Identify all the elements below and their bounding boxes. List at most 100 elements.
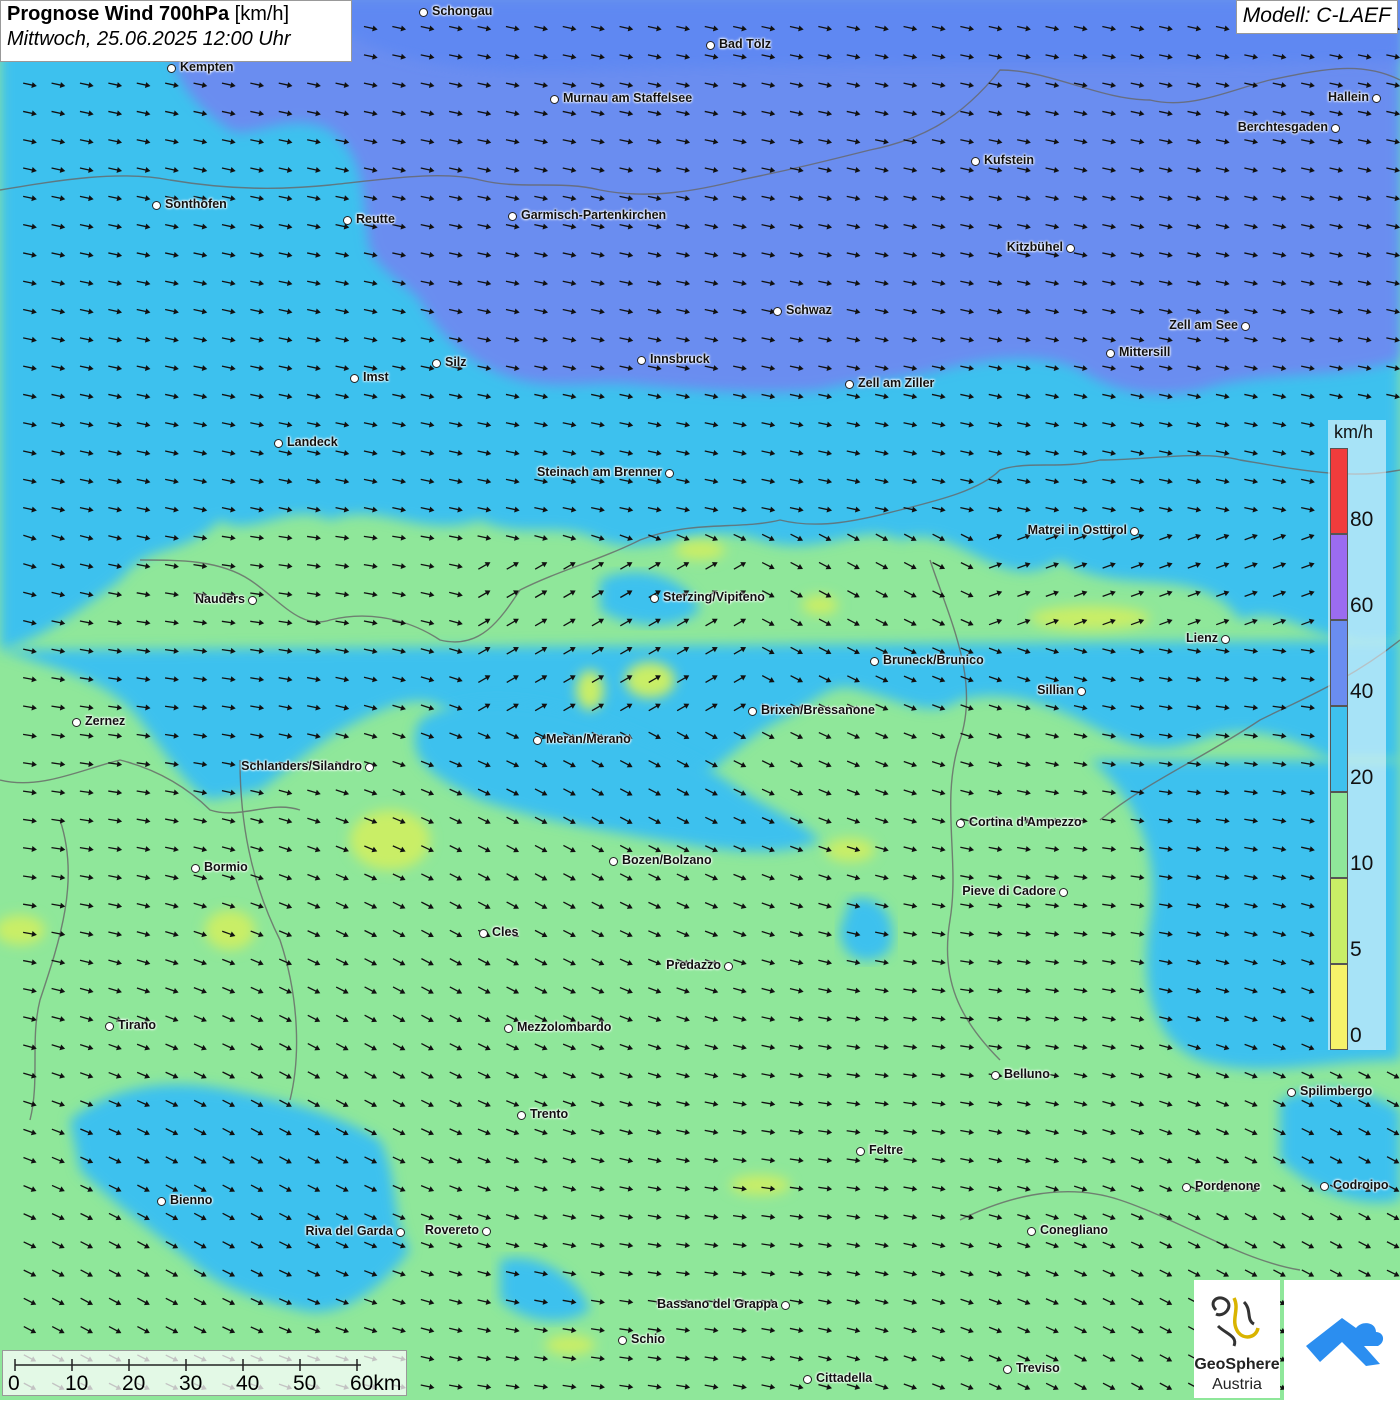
city-label: Steinach am Brenner [536, 465, 662, 479]
city-label: Innsbruck [650, 352, 710, 366]
scale-tick-label: 50 [293, 1372, 317, 1395]
legend-band [1330, 792, 1348, 878]
city-label: Schlanders/Silandro [241, 759, 362, 773]
city-marker [650, 594, 659, 603]
city-label: Schwaz [786, 303, 832, 317]
city-label: Reutte [356, 212, 395, 226]
city-label: Sonthofen [165, 197, 227, 211]
scale-tick-label: 0 [8, 1372, 20, 1395]
city-marker [432, 359, 441, 368]
city-label: Bienno [170, 1193, 213, 1207]
city-marker [167, 64, 176, 73]
model-label: Modell: C-LAEF [1235, 0, 1398, 34]
legend-tick-label: 60 [1350, 594, 1374, 617]
city-marker [1130, 527, 1139, 536]
city-label: Kempten [180, 60, 234, 74]
city-label: Hallein [1328, 90, 1369, 104]
city-marker [191, 864, 200, 873]
city-label: Belluno [1004, 1067, 1050, 1081]
city-label: Bruneck/Brunico [883, 653, 984, 667]
city-marker [157, 1197, 166, 1206]
scale-tick-label: 30 [179, 1372, 203, 1395]
city-marker [956, 819, 965, 828]
city-label: Mittersill [1119, 345, 1171, 359]
city-marker [1221, 635, 1230, 644]
city-marker [637, 356, 646, 365]
city-marker [1003, 1365, 1012, 1374]
forecast-datetime: Mittwoch, 25.06.2025 12:00 Uhr [7, 28, 291, 50]
mountain-cloud-icon [1306, 1318, 1384, 1366]
city-label: Schio [631, 1332, 666, 1346]
city-label: Nauders [194, 592, 245, 606]
city-label: Bad Tölz [719, 37, 772, 51]
city-marker [724, 962, 733, 971]
app-logo [1284, 1280, 1400, 1400]
city-label: Riva del Garda [305, 1224, 393, 1238]
city-marker [1241, 322, 1250, 331]
scale-tick-label: 20 [122, 1372, 146, 1395]
city-marker [618, 1336, 627, 1345]
city-label: Rovereto [424, 1223, 479, 1237]
legend-tick-label: 10 [1350, 852, 1374, 875]
scale-tick-label: 10 [65, 1372, 89, 1395]
city-marker [550, 95, 559, 104]
city-marker [365, 763, 374, 772]
city-marker [706, 41, 715, 50]
city-label: Cortina d'Ampezzo [969, 815, 1082, 829]
city-label: Imst [363, 370, 389, 384]
city-marker [870, 657, 879, 666]
city-label: Schongau [432, 4, 493, 18]
city-label: Cittadella [816, 1371, 873, 1385]
city-label: Kitzbühel [1006, 240, 1063, 254]
city-label: Codroipo [1333, 1178, 1389, 1192]
city-label: Zell am See [1169, 318, 1238, 332]
city-marker [1320, 1182, 1329, 1191]
city-label: Treviso [1016, 1361, 1060, 1375]
city-marker [1372, 94, 1381, 103]
scale-tick-label: 40 [236, 1372, 260, 1395]
city-marker [504, 1024, 513, 1033]
city-label: Bozen/Bolzano [622, 853, 712, 867]
city-marker [72, 718, 81, 727]
geosphere-logo-icon [1211, 1296, 1260, 1347]
legend-band [1330, 878, 1348, 964]
legend-tick-label: 80 [1350, 508, 1374, 531]
city-marker [396, 1228, 405, 1237]
city-marker [803, 1375, 812, 1384]
city-label: Garmisch-Partenkirchen [521, 208, 667, 222]
city-label: Pordenone [1195, 1179, 1261, 1193]
city-marker [105, 1022, 114, 1031]
city-marker [274, 439, 283, 448]
title-main: Prognose Wind 700hPa [7, 3, 230, 25]
city-label: Predazzo [666, 958, 721, 972]
city-label: Mezzolombardo [517, 1020, 612, 1034]
city-label: Cles [492, 925, 519, 939]
city-marker [1059, 888, 1068, 897]
city-label: Bormio [204, 860, 248, 874]
city-label: Trento [530, 1107, 569, 1121]
city-marker [350, 374, 359, 383]
legend-unit: km/h [1334, 422, 1374, 442]
city-label: Sillian [1037, 683, 1074, 697]
city-label: Bassano del Grappa [657, 1297, 778, 1311]
legend-band [1330, 534, 1348, 620]
city-marker [479, 929, 488, 938]
city-marker [1182, 1183, 1191, 1192]
legend-tick-label: 20 [1350, 766, 1374, 789]
city-marker [1106, 349, 1115, 358]
city-label: Matrei in Osttirol [1027, 523, 1127, 537]
city-marker [1066, 244, 1075, 253]
city-marker [508, 212, 517, 221]
logo-line2: Austria [1212, 1376, 1262, 1393]
city-marker [1077, 687, 1086, 696]
city-label: Zernez [85, 714, 126, 728]
scale-bar [2, 1350, 407, 1396]
legend-band [1330, 620, 1348, 706]
city-label: Berchtesgaden [1237, 120, 1328, 134]
city-marker [856, 1147, 865, 1156]
legend-tick-label: 40 [1350, 680, 1374, 703]
legend-band [1330, 448, 1348, 534]
scale-tick-label: 60km [350, 1372, 402, 1395]
city-marker [665, 469, 674, 478]
city-label: Murnau am Staffelsee [563, 91, 693, 105]
